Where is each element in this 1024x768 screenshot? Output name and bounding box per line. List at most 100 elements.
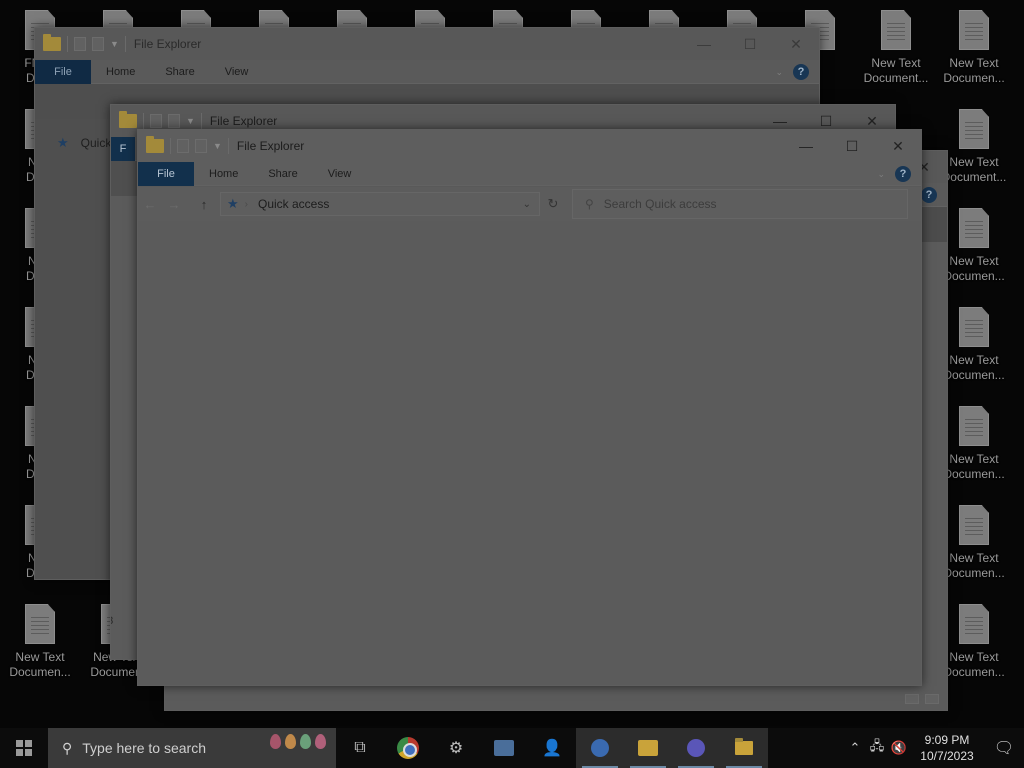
- taskbar: ⚲ Type here to search ⧉ ⚙ 👤 ⌃ 🖧 🔇 9:09 P…: [0, 728, 1024, 768]
- chevron-down-icon[interactable]: ⌄: [775, 67, 783, 78]
- chevron-right-icon[interactable]: ›: [245, 199, 248, 210]
- pin-icon: ★: [227, 196, 239, 211]
- chevron-up-icon[interactable]: ⌃: [844, 740, 866, 756]
- quick-access-toolbar: ▼: [111, 111, 202, 129]
- refresh-icon[interactable]: ↻: [540, 196, 566, 212]
- sidebar-item-quick-access[interactable]: ★ Quick: [57, 135, 111, 151]
- volume-muted-icon[interactable]: 🔇: [888, 740, 910, 756]
- tab-file[interactable]: File: [35, 59, 91, 84]
- maximize-button[interactable]: ☐: [727, 28, 773, 60]
- toolbar-separator: [124, 36, 126, 52]
- address-bar-row: ← → ↑ ★ › Quick access ⌄ ↻ ⚲ Search Quic…: [138, 187, 921, 221]
- text-document-icon: [959, 307, 989, 347]
- file-explorer-taskbar-button[interactable]: [720, 728, 768, 768]
- toolbar-separator: [170, 138, 171, 154]
- get-help-icon: [591, 739, 609, 757]
- people-app-button[interactable]: 👤: [528, 728, 576, 768]
- text-document-icon: [25, 604, 55, 644]
- tab-home[interactable]: Home: [91, 60, 150, 84]
- quick-access-toolbar: ▼: [138, 136, 229, 154]
- desktop-icon[interactable]: New Text Documen...: [2, 596, 78, 688]
- notification-icon[interactable]: 🗨: [984, 738, 1024, 758]
- tab-view[interactable]: View: [210, 60, 264, 84]
- text-document-icon: [959, 10, 989, 50]
- item-count-label: 13: [111, 615, 113, 627]
- sidebar-item-label: Quick: [80, 136, 112, 150]
- toolbar-separator: [200, 113, 202, 129]
- chrome-button[interactable]: [384, 728, 432, 768]
- window-controls: — ☐ ✕: [681, 28, 819, 60]
- desktop-icon[interactable]: New Text Documen...: [936, 2, 1012, 94]
- chevron-down-icon[interactable]: ⌄: [877, 169, 885, 180]
- properties-icon[interactable]: [177, 139, 189, 153]
- chevron-down-icon[interactable]: ▼: [186, 116, 195, 126]
- system-tray: ⌃ 🖧 🔇 9:09 PM 10/7/2023 🗨: [844, 728, 1024, 768]
- title-bar[interactable]: ▼ File Explorer — ☐ ✕: [138, 130, 921, 162]
- taskbar-search-box[interactable]: ⚲ Type here to search: [48, 728, 336, 768]
- photos-icon: [687, 739, 705, 757]
- desktop-icon-label: New Text Documen...: [943, 56, 1005, 85]
- desktop-icon[interactable]: New Text Document...: [858, 2, 934, 94]
- new-folder-icon[interactable]: [92, 37, 104, 51]
- up-arrow-icon[interactable]: ↑: [192, 197, 216, 212]
- clock[interactable]: 9:09 PM 10/7/2023: [910, 732, 984, 764]
- start-button[interactable]: [0, 728, 48, 768]
- address-text: Quick access: [258, 197, 330, 211]
- task-view-icon: ⧉: [354, 739, 366, 756]
- help-app-button[interactable]: [576, 728, 624, 768]
- properties-icon[interactable]: [74, 37, 86, 51]
- toolbar-separator: [67, 36, 68, 52]
- close-button[interactable]: ✕: [875, 130, 921, 162]
- gear-icon: ⚙: [448, 740, 464, 757]
- forward-arrow-icon[interactable]: →: [162, 197, 186, 212]
- tab-file[interactable]: F: [111, 136, 135, 161]
- new-folder-icon[interactable]: [195, 139, 207, 153]
- properties-icon[interactable]: [150, 114, 162, 128]
- new-folder-icon[interactable]: [168, 114, 180, 128]
- details-view-icon[interactable]: [905, 694, 919, 704]
- toolbar-separator: [143, 113, 144, 129]
- settings-button[interactable]: ⚙: [432, 728, 480, 768]
- minimize-button[interactable]: —: [681, 28, 727, 60]
- people-icon: 👤: [542, 740, 562, 757]
- address-bar[interactable]: ★ › Quick access ⌄: [220, 192, 540, 216]
- tab-view[interactable]: View: [313, 162, 367, 186]
- quick-access-toolbar: ▼: [35, 34, 126, 52]
- desktop-icon-label: New Text Documen...: [9, 650, 71, 679]
- ribbon-tabs: File Home Share View ⌄ ?: [138, 161, 921, 186]
- clock-time: 9:09 PM: [924, 733, 970, 747]
- pin-icon: ★: [57, 135, 69, 150]
- toolbar-separator: [227, 138, 229, 154]
- folder-icon: [119, 111, 137, 128]
- tab-share[interactable]: Share: [253, 162, 312, 186]
- network-icon[interactable]: 🖧: [866, 737, 888, 759]
- search-input[interactable]: ⚲ Search Quick access: [572, 189, 908, 219]
- photos-app-button[interactable]: [672, 728, 720, 768]
- close-button[interactable]: ✕: [773, 28, 819, 60]
- task-view-button[interactable]: ⧉: [336, 728, 384, 768]
- search-placeholder: Type here to search: [82, 740, 207, 756]
- chevron-down-icon[interactable]: ⌄: [523, 199, 531, 210]
- chevron-down-icon[interactable]: ▼: [110, 39, 119, 49]
- back-arrow-icon[interactable]: ←: [138, 197, 162, 212]
- file-explorer-window[interactable]: ▼ File Explorer — ☐ ✕ File Home Share Vi…: [137, 129, 922, 686]
- maximize-button[interactable]: ☐: [829, 130, 875, 162]
- search-icon: ⚲: [585, 197, 594, 211]
- folder-icon: [146, 136, 164, 153]
- title-bar[interactable]: ▼ File Explorer — ☐ ✕: [35, 28, 819, 60]
- tab-home[interactable]: Home: [194, 162, 253, 186]
- text-document-icon: [959, 604, 989, 644]
- chat-app-button[interactable]: [624, 728, 672, 768]
- folder-icon: [43, 34, 61, 51]
- help-icon[interactable]: ?: [921, 187, 937, 203]
- chevron-down-icon[interactable]: ▼: [213, 141, 222, 151]
- tab-file[interactable]: File: [138, 161, 194, 186]
- chat-icon: [638, 740, 658, 756]
- chrome-icon: [397, 737, 419, 759]
- minimize-button[interactable]: —: [783, 130, 829, 162]
- help-icon[interactable]: ?: [895, 166, 911, 182]
- help-icon[interactable]: ?: [793, 64, 809, 80]
- large-icons-view-icon[interactable]: [925, 694, 939, 704]
- app-button[interactable]: [480, 728, 528, 768]
- tab-share[interactable]: Share: [150, 60, 209, 84]
